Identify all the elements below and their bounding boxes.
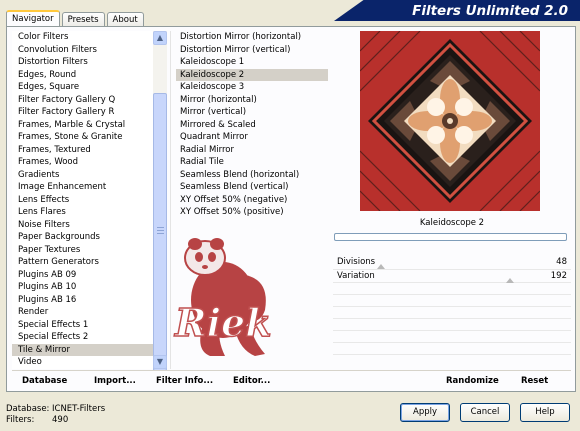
- filter-item[interactable]: Radial Mirror: [176, 144, 328, 157]
- filter-item[interactable]: Mirror (vertical): [176, 106, 328, 119]
- category-item[interactable]: Convolution Filters: [12, 44, 166, 57]
- filter-item[interactable]: Distortion Mirror (horizontal): [176, 31, 328, 44]
- parameter-slider-row[interactable]: Divisions 48: [333, 256, 571, 270]
- preview-filter-name: Kaleidoscope 2: [419, 218, 485, 228]
- filter-item[interactable]: XY Offset 50% (negative): [176, 194, 328, 207]
- category-item[interactable]: Frames, Textured: [12, 144, 166, 157]
- parameter-name: Variation: [337, 270, 375, 281]
- filter-item[interactable]: Radial Tile: [176, 156, 328, 169]
- filter-item[interactable]: Quadrant Mirror: [176, 131, 328, 144]
- category-item[interactable]: Noise Filters: [12, 219, 166, 232]
- apply-button[interactable]: Apply: [400, 403, 450, 422]
- app-title: Filters Unlimited 2.0: [412, 2, 568, 19]
- filter-list[interactable]: Distortion Mirror (horizontal) Distortion…: [176, 31, 328, 221]
- category-item[interactable]: Plugins AB 09: [12, 269, 166, 282]
- category-item[interactable]: Lens Effects: [12, 194, 166, 207]
- kaleidoscope-preview-image: [360, 31, 540, 211]
- parameter-slider-row[interactable]: Variation 192: [333, 270, 571, 283]
- slider-marker[interactable]: [376, 264, 385, 269]
- category-item[interactable]: Filter Factory Gallery Q: [12, 94, 166, 107]
- tab-presets[interactable]: Presets: [61, 12, 105, 27]
- parameter-value: 192: [550, 270, 567, 281]
- category-item[interactable]: Paper Backgrounds: [12, 231, 166, 244]
- filter-item[interactable]: Mirror (horizontal): [176, 94, 328, 107]
- empty-parameter-row: [333, 295, 571, 307]
- tab-about[interactable]: About: [106, 12, 144, 27]
- category-item[interactable]: Color Filters: [12, 31, 166, 44]
- preview-frame: [333, 31, 571, 212]
- filter-item[interactable]: Distortion Mirror (vertical): [176, 44, 328, 57]
- panel-toolbar: Database Import... Filter Info... Editor…: [12, 370, 571, 390]
- category-item[interactable]: Filter Factory Gallery R: [12, 106, 166, 119]
- category-item[interactable]: Pattern Generators: [12, 256, 166, 269]
- category-item[interactable]: Plugins AB 16: [12, 294, 166, 307]
- slider-marker[interactable]: [505, 277, 514, 283]
- category-item[interactable]: Lens Flares: [12, 206, 166, 219]
- logo-text: Riek: [174, 300, 272, 345]
- database-value: ICNET-Filters: [52, 404, 106, 414]
- category-item[interactable]: Render: [12, 306, 166, 319]
- category-item[interactable]: Special Effects 2: [12, 331, 166, 344]
- category-item[interactable]: Plugins AB 10: [12, 281, 166, 294]
- help-button[interactable]: Help: [520, 403, 570, 422]
- empty-parameter-row: [333, 319, 571, 331]
- filters-count-label: Filters:: [6, 414, 35, 425]
- category-item[interactable]: Frames, Stone & Granite: [12, 131, 166, 144]
- parameter-panel: Divisions 48 Variation 192: [333, 256, 571, 368]
- category-item[interactable]: Edges, Round: [12, 69, 166, 82]
- empty-parameter-row: [333, 331, 571, 343]
- tab-bar: Navigator Presets About: [6, 10, 146, 27]
- category-item[interactable]: Image Enhancement: [12, 181, 166, 194]
- randomize-button[interactable]: Randomize: [446, 376, 499, 386]
- category-item[interactable]: Frames, Wood: [12, 156, 166, 169]
- progress-bar: [334, 233, 567, 241]
- filter-item[interactable]: Mirrored & Scaled: [176, 119, 328, 132]
- parameter-value: 48: [556, 257, 567, 267]
- database-label: Database:: [6, 404, 50, 414]
- category-list[interactable]: Color Filters Convolution Filters Distorti…: [12, 31, 166, 369]
- category-item[interactable]: Video: [12, 356, 166, 369]
- app-banner: Filters Unlimited 2.0: [334, 0, 580, 21]
- category-item[interactable]: Special Effects 1: [12, 319, 166, 332]
- category-item[interactable]: Edges, Square: [12, 81, 166, 94]
- import-button[interactable]: Import...: [94, 376, 136, 386]
- filters-count-value: 490: [52, 414, 69, 425]
- scroll-up-arrow-icon[interactable]: ▲: [153, 31, 167, 45]
- filter-item[interactable]: XY Offset 50% (positive): [176, 206, 328, 219]
- category-item[interactable]: Frames, Marble & Crystal: [12, 119, 166, 132]
- empty-parameter-row: [333, 283, 571, 295]
- category-item[interactable]: Gradients: [12, 169, 166, 182]
- database-button[interactable]: Database: [22, 376, 67, 386]
- cancel-button[interactable]: Cancel: [460, 403, 510, 422]
- filter-item[interactable]: Seamless Blend (vertical): [176, 181, 328, 194]
- reset-button[interactable]: Reset: [521, 376, 548, 386]
- empty-parameter-row: [333, 307, 571, 319]
- filter-item[interactable]: Kaleidoscope 2: [176, 68, 328, 81]
- panda-logo: Riek: [173, 238, 272, 356]
- parameter-name: Divisions: [337, 257, 376, 267]
- database-info: Database: ICNET-Filters Filters: 490: [6, 404, 105, 425]
- category-item[interactable]: Distortion Filters: [12, 56, 166, 69]
- category-item[interactable]: Paper Textures: [12, 244, 166, 257]
- filter-info-button[interactable]: Filter Info...: [156, 376, 213, 386]
- filter-item[interactable]: Seamless Blend (horizontal): [176, 169, 328, 182]
- empty-parameter-row: [333, 343, 571, 355]
- filter-item[interactable]: Kaleidoscope 1: [176, 56, 328, 69]
- category-item[interactable]: Tile & Mirror: [12, 343, 166, 356]
- filter-item[interactable]: Kaleidoscope 3: [176, 81, 328, 94]
- tab-navigator[interactable]: Navigator: [6, 10, 60, 27]
- editor-button[interactable]: Editor...: [233, 376, 270, 386]
